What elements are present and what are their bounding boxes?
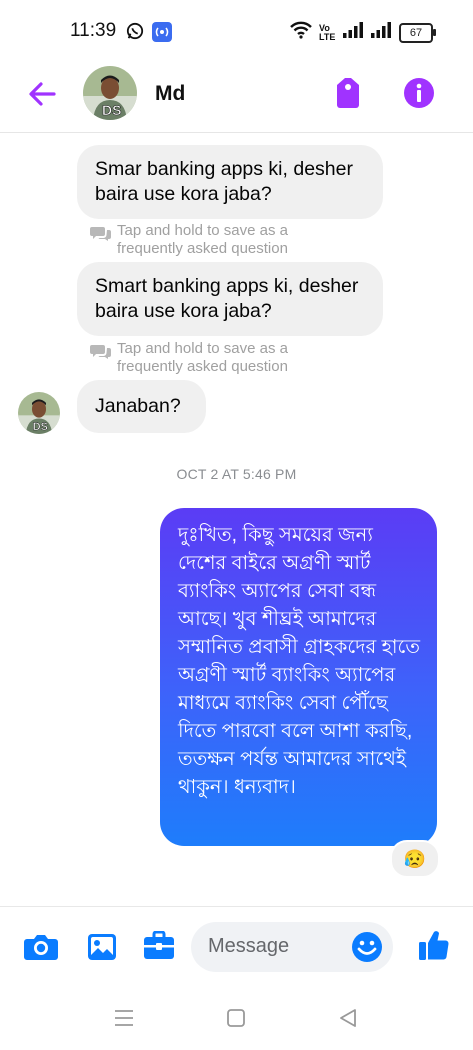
battery-icon: 67 xyxy=(399,22,436,43)
faq-hint: Tap and hold to save as a frequently ask… xyxy=(90,340,350,378)
message-box xyxy=(191,922,393,972)
faq-hint-text: Tap and hold to save as a frequently ask… xyxy=(117,222,288,257)
message-text: Smar banking apps ki, desher baira use k… xyxy=(95,158,353,205)
back-arrow-icon[interactable] xyxy=(26,78,58,110)
briefcase-icon[interactable] xyxy=(143,930,175,966)
reaction-badge[interactable]: 😥 xyxy=(390,840,440,878)
info-icon[interactable] xyxy=(403,77,435,109)
outgoing-message[interactable]: দুঃখিত, কিছু সময়ের জন্য দেশের বাইরে অগ্… xyxy=(160,508,437,846)
signal-icon-1 xyxy=(343,22,365,43)
status-bar: 11:39 Vo LTE 67 xyxy=(0,0,473,62)
menu-icon[interactable] xyxy=(114,1009,134,1032)
volte-label: Vo LTE xyxy=(319,22,336,42)
thumbs-up-icon[interactable] xyxy=(418,928,450,967)
contact-name[interactable]: Md xyxy=(155,82,185,106)
faq-question-icon xyxy=(90,344,112,365)
hotspot-icon xyxy=(152,22,172,47)
tag-icon[interactable] xyxy=(333,77,363,109)
back-icon[interactable] xyxy=(339,1009,357,1032)
message-text: Janaban? xyxy=(95,395,181,417)
incoming-message[interactable]: Janaban? xyxy=(77,380,206,433)
incoming-message[interactable]: Smar banking apps ki, desher baira use k… xyxy=(77,145,383,219)
home-icon[interactable] xyxy=(227,1009,245,1032)
gallery-icon[interactable] xyxy=(86,932,118,967)
contact-avatar[interactable]: DS xyxy=(83,66,137,120)
system-nav-bar xyxy=(0,988,473,1050)
camera-icon[interactable] xyxy=(24,933,58,966)
faq-hint: Tap and hold to save as a frequently ask… xyxy=(90,222,350,260)
signal-icon-2 xyxy=(371,22,393,43)
sad-face-reaction: 😥 xyxy=(403,848,427,869)
message-composer xyxy=(0,906,473,989)
incoming-message[interactable]: Smart banking apps ki, desher baira use … xyxy=(77,262,383,336)
avatar-label: DS xyxy=(102,102,121,118)
emoji-icon[interactable] xyxy=(351,931,383,968)
wifi-icon xyxy=(289,21,313,44)
whatsapp-icon xyxy=(126,22,144,45)
message-text: Smart banking apps ki, desher baira use … xyxy=(95,275,359,322)
avatar-label: DS xyxy=(33,421,48,433)
faq-question-icon xyxy=(90,226,112,247)
faq-hint-text: Tap and hold to save as a frequently ask… xyxy=(117,340,288,375)
chat-header: DS Md xyxy=(0,62,473,133)
message-input[interactable] xyxy=(208,935,348,958)
status-time: 11:39 xyxy=(70,20,117,41)
sender-avatar[interactable]: DS xyxy=(18,392,60,434)
message-text: দুঃখিত, কিছু সময়ের জন্য দেশের বাইরে অগ্… xyxy=(178,524,420,798)
message-timestamp: OCT 2 AT 5:46 PM xyxy=(176,466,297,482)
status-right: Vo LTE 67 xyxy=(289,21,436,44)
